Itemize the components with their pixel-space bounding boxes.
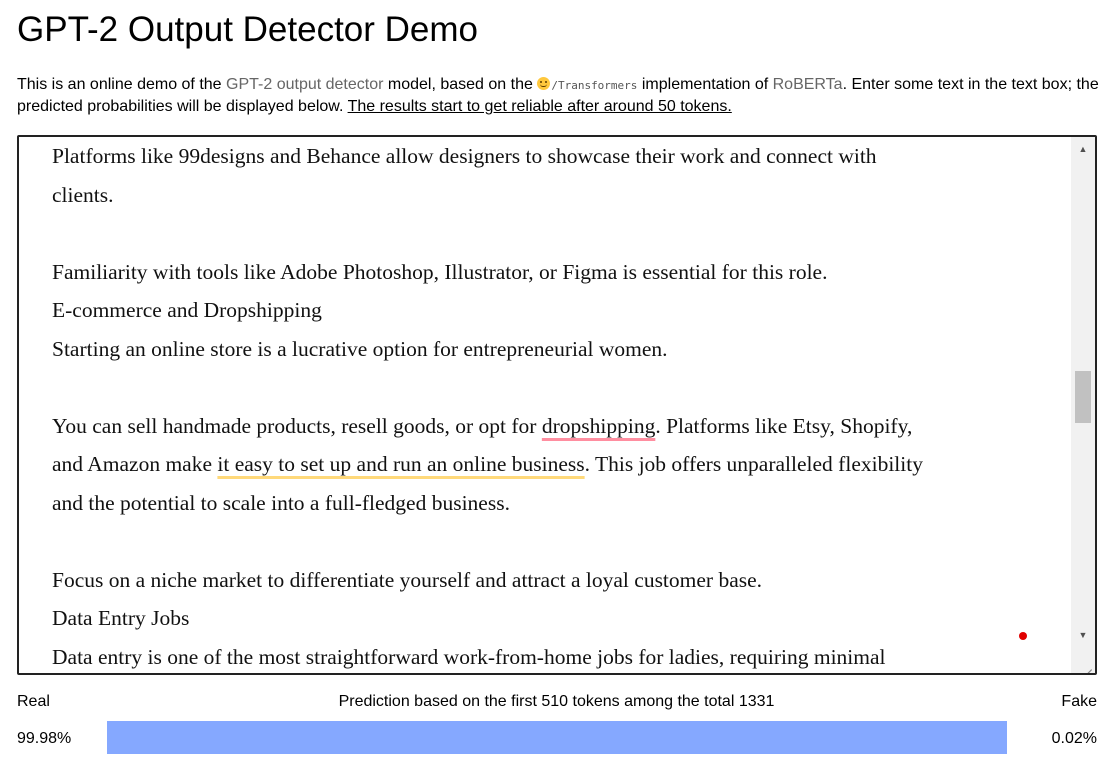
text-segment: . This job offers unparalleled flexibili… bbox=[584, 452, 923, 476]
text-line-with-spelling-mark: You can sell handmade products, resell g… bbox=[52, 407, 1052, 446]
intro-text-2: model, based on the bbox=[383, 76, 538, 93]
page-title: GPT-2 Output Detector Demo bbox=[17, 10, 479, 49]
spelling-marked-word[interactable]: dropshipping bbox=[542, 414, 655, 438]
text-line: Platforms like 99designs and Behance all… bbox=[52, 144, 877, 168]
real-percent: 99.98% bbox=[17, 730, 72, 747]
chevron-down-icon[interactable]: ▼ bbox=[1071, 625, 1095, 645]
vertical-scrollbar[interactable]: ▲ ▼ bbox=[1071, 137, 1095, 655]
text-segment: and Amazon make bbox=[52, 452, 218, 476]
text-line: Starting an online store is a lucrative … bbox=[52, 336, 668, 361]
text-line: Focus on a niche market to differentiate… bbox=[52, 567, 763, 592]
reliability-note: The results start to get reliable after … bbox=[347, 98, 732, 115]
prediction-note: Prediction based on the first 510 tokens… bbox=[338, 693, 775, 710]
text-line-with-grammar-mark: and Amazon make it easy to set up and ru… bbox=[52, 445, 1052, 484]
text-segment: You can sell handmade products, resell g… bbox=[52, 413, 542, 438]
text-line: Data Entry Jobs bbox=[52, 606, 190, 630]
text-line: Familiarity with tools like Adobe Photos… bbox=[52, 259, 828, 284]
gpt2-detector-link[interactable]: GPT-2 output detector bbox=[226, 76, 383, 93]
chevron-up-icon[interactable]: ▲ bbox=[1071, 139, 1095, 159]
scrollbar-thumb[interactable] bbox=[1075, 371, 1091, 423]
fake-percent: 0.02% bbox=[1051, 730, 1097, 747]
fake-label: Fake bbox=[1061, 693, 1097, 710]
text-line: and the potential to scale into a full-f… bbox=[52, 490, 510, 515]
editor-content[interactable]: Platforms like 99designs and Behance all… bbox=[52, 137, 1052, 673]
resize-grip-icon[interactable] bbox=[1071, 653, 1095, 673]
intro-paragraph: This is an online demo of the GPT-2 outp… bbox=[17, 74, 1099, 117]
probability-bar bbox=[107, 721, 1007, 754]
transformers-code: /Transformers bbox=[551, 79, 638, 92]
text-line: Data entry is one of the most straightfo… bbox=[52, 644, 886, 669]
roberta-link[interactable]: RoBERTa bbox=[773, 76, 843, 93]
text-input-box[interactable]: Platforms like 99designs and Behance all… bbox=[17, 135, 1097, 675]
hugging-face-icon bbox=[537, 77, 551, 90]
intro-text-1: This is an online demo of the bbox=[17, 76, 227, 93]
text-line: clients. bbox=[52, 182, 114, 207]
text-line: E-commerce and Dropshipping bbox=[52, 298, 322, 322]
text-segment: . Platforms like Etsy, Shopify, bbox=[655, 413, 913, 438]
intro-text-3: implementation of bbox=[637, 76, 773, 93]
status-dot bbox=[1019, 632, 1027, 640]
grammar-marked-phrase[interactable]: it easy to set up and run an online busi… bbox=[217, 452, 584, 476]
real-probability-fill bbox=[107, 721, 1007, 754]
